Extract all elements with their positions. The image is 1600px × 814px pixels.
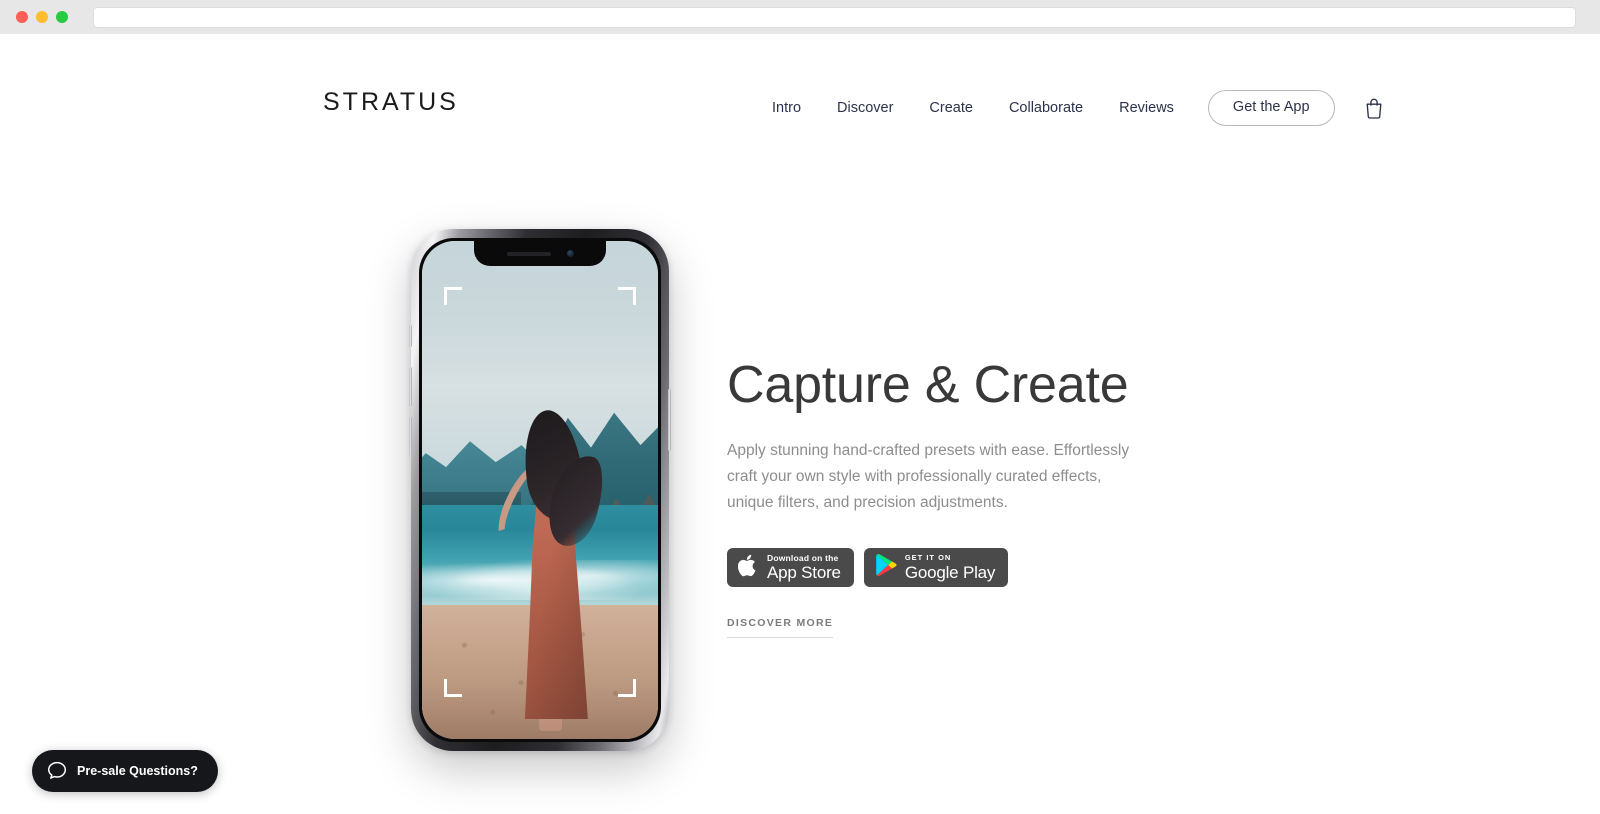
apple-icon <box>737 553 759 583</box>
get-the-app-button[interactable]: Get the App <box>1207 90 1335 126</box>
viewfinder-bracket-bottom-left <box>444 679 462 697</box>
app-store-badge-title: App Store <box>767 563 841 583</box>
phone-bezel <box>419 238 661 742</box>
window-controls <box>16 11 68 23</box>
phone-notch <box>474 241 606 266</box>
viewfinder-bracket-bottom-right <box>618 679 636 697</box>
phone-volume-down-button <box>409 417 412 457</box>
browser-chrome-bar <box>0 0 1600 34</box>
app-store-badge[interactable]: Download on the App Store <box>727 548 854 588</box>
help-widget-label: Pre-sale Questions? <box>77 764 198 778</box>
shopping-bag-icon[interactable] <box>1363 96 1385 120</box>
close-window-button[interactable] <box>16 11 28 23</box>
google-play-badge-title: Google Play <box>904 563 996 583</box>
site-logo[interactable]: STRATUS <box>323 88 459 117</box>
main-navigation: Intro Discover Create Collaborate Review… <box>772 90 1385 126</box>
nav-item-collaborate[interactable]: Collaborate <box>991 95 1101 121</box>
hero-subtitle: Apply stunning hand-crafted presets with… <box>727 442 1130 512</box>
app-store-badges: Download on the App Store GET IT ON Goog… <box>727 548 1187 588</box>
hero-title: Capture & Create <box>727 356 1129 414</box>
address-bar[interactable] <box>93 6 1576 28</box>
phone-power-button <box>668 389 671 451</box>
phone-front-camera-icon <box>566 250 574 257</box>
hero-section: Capture & Create Apply stunning hand-cra… <box>0 139 1600 799</box>
nav-item-discover[interactable]: Discover <box>819 95 911 121</box>
google-play-badge-subtitle: GET IT ON <box>904 553 952 563</box>
discover-more-link[interactable]: DISCOVER MORE <box>727 617 834 639</box>
phone-speaker-grille <box>506 251 551 256</box>
page-viewport: STRATUS Intro Discover Create Collaborat… <box>0 34 1600 814</box>
viewfinder-bracket-top-left <box>444 287 462 305</box>
browser-window: STRATUS Intro Discover Create Collaborat… <box>0 0 1600 814</box>
viewfinder-bracket-top-right <box>618 287 636 305</box>
hero-content: Capture & Create Apply stunning hand-cra… <box>727 356 1187 639</box>
nav-item-intro[interactable]: Intro <box>772 95 819 121</box>
nav-item-create[interactable]: Create <box>911 95 991 121</box>
phone-screen <box>422 241 658 739</box>
iphone-mockup <box>409 229 671 751</box>
phone-frame <box>409 229 671 751</box>
google-play-icon <box>875 553 897 582</box>
maximize-window-button[interactable] <box>56 11 68 23</box>
help-widget[interactable]: Pre-sale Questions? <box>32 750 218 792</box>
nav-item-reviews[interactable]: Reviews <box>1101 95 1192 121</box>
app-store-badge-subtitle: Download on the <box>767 553 839 564</box>
minimize-window-button[interactable] <box>36 11 48 23</box>
scene-woman <box>488 406 612 732</box>
site-header: STRATUS Intro Discover Create Collaborat… <box>0 34 1600 139</box>
phone-mute-switch <box>409 325 412 347</box>
google-play-badge[interactable]: GET IT ON Google Play <box>863 548 1009 588</box>
chat-bubble-icon <box>46 760 68 782</box>
phone-volume-up-button <box>409 367 412 407</box>
